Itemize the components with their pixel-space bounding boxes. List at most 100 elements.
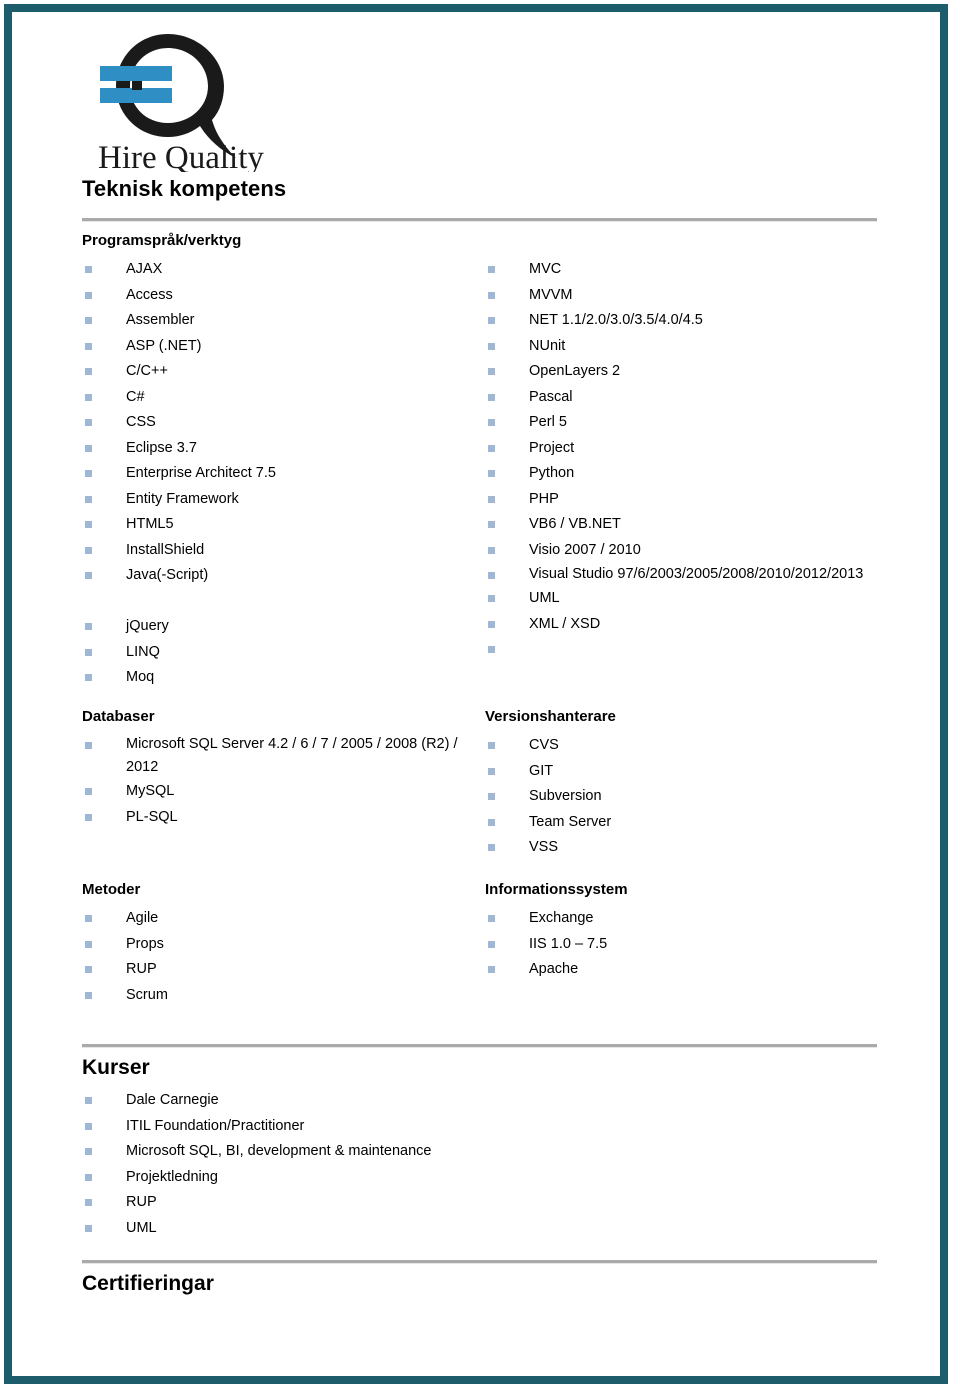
list-item: Python (485, 461, 885, 487)
list-item: MVC (485, 257, 885, 283)
section-heading-informationssystem: Informationssystem (485, 881, 628, 898)
bullet-square-icon (488, 342, 495, 350)
list-item: ASP (.NET) (82, 334, 462, 360)
bullet-square-icon (85, 342, 92, 350)
list-item: C# (82, 385, 462, 411)
list-spacer (82, 589, 462, 615)
list-item: Moq (82, 665, 462, 691)
list-item: XML / XSD (485, 612, 885, 638)
section-heading-databaser: Databaser (82, 708, 155, 725)
list-item: Visual Studio 97/6/2003/2005/2008/2010/2… (485, 563, 885, 586)
list-item: CVS (485, 733, 885, 759)
list-programming-right: MVC MVVM NET 1.1/2.0/3.0/3.5/4.0/4.5 NUn… (485, 257, 885, 663)
bullet-square-icon (85, 393, 92, 401)
list-item: RUP (82, 957, 462, 983)
bullet-square-icon (85, 291, 92, 299)
list-item: HTML5 (82, 512, 462, 538)
bullet-square-icon (85, 966, 92, 973)
list-item: Subversion (485, 784, 885, 810)
list-item: ITIL Foundation/Practitioner (82, 1114, 722, 1140)
bullet-square-icon (488, 915, 495, 922)
bullet-square-icon (85, 495, 92, 503)
list-item: Java(-Script) (82, 563, 462, 589)
list-item: GIT (485, 759, 885, 785)
list-item: AJAX (82, 257, 462, 283)
bullet-square-icon (488, 620, 495, 628)
bullet-square-icon (85, 368, 92, 375)
logo-center-notch (132, 81, 142, 90)
bullet-square-icon (488, 940, 495, 948)
bullet-square-icon (488, 495, 495, 503)
list-item: MVVM (485, 283, 885, 309)
list-item: MySQL (82, 779, 462, 805)
bullet-square-icon (488, 793, 495, 800)
list-item: UML (485, 586, 885, 612)
bullet-square-icon (488, 966, 495, 973)
divider-certifieringar (82, 1260, 877, 1264)
list-item: CSS (82, 410, 462, 436)
bullet-square-icon (85, 813, 92, 821)
section-heading-certifieringar: Certifieringar (82, 1272, 214, 1295)
section-heading-kurser: Kurser (82, 1056, 150, 1079)
bullet-square-icon (488, 646, 495, 653)
bullet-square-icon (488, 470, 495, 477)
list-item: VB6 / VB.NET (485, 512, 885, 538)
list-item: C/C++ (82, 359, 462, 385)
bullet-square-icon (488, 521, 495, 528)
list-item: jQuery (82, 614, 462, 640)
bullet-square-icon (85, 674, 92, 681)
list-item: Pascal (485, 385, 885, 411)
bullet-square-icon (488, 266, 495, 273)
logo-wordmark: Hire Quality (98, 140, 264, 172)
section-heading-metoder: Metoder (82, 881, 141, 898)
list-item: Team Server (485, 810, 885, 836)
list-item: Projektledning (82, 1165, 722, 1191)
section-heading-versionshanterare: Versionshanterare (485, 708, 616, 725)
bullet-square-icon (85, 1199, 92, 1206)
bullet-square-icon (488, 767, 495, 775)
bullet-square-icon (488, 368, 495, 375)
list-item: PL-SQL (82, 805, 462, 831)
list-item: Enterprise Architect 7.5 (82, 461, 462, 487)
bullet-square-icon (85, 1148, 92, 1155)
list-item: VSS (485, 835, 885, 861)
bullet-square-icon (85, 742, 92, 749)
list-item: Scrum (82, 983, 462, 1009)
list-item: Microsoft SQL Server 4.2 / 6 / 7 / 2005 … (82, 733, 462, 779)
bullet-square-icon (85, 470, 92, 477)
list-item: RUP (82, 1190, 722, 1216)
bullet-square-icon (488, 844, 495, 851)
bullet-square-icon (85, 572, 92, 579)
bullet-square-icon (488, 393, 495, 401)
list-programming-left: AJAX Access Assembler ASP (.NET) C/C++ C… (82, 257, 462, 691)
bullet-square-icon (85, 623, 92, 630)
list-item: Microsoft SQL, BI, development & mainten… (82, 1139, 722, 1165)
bullet-square-icon (85, 991, 92, 999)
list-item: NET 1.1/2.0/3.0/3.5/4.0/4.5 (485, 308, 885, 334)
list-item: Apache (485, 957, 885, 983)
page-title: Teknisk kompetens (82, 176, 287, 201)
bullet-square-icon (85, 521, 92, 528)
list-item: LINQ (82, 640, 462, 666)
bullet-square-icon (85, 419, 92, 426)
list-item: Access (82, 283, 462, 309)
bullet-square-icon (85, 1224, 92, 1232)
bullet-square-icon (488, 546, 495, 554)
list-item: InstallShield (82, 538, 462, 564)
bullet-square-icon (488, 444, 495, 452)
bullet-square-icon (85, 317, 92, 324)
list-item: IIS 1.0 – 7.5 (485, 932, 885, 958)
bullet-square-icon (85, 940, 92, 948)
list-item: Entity Framework (82, 487, 462, 513)
document-page: Hire Quality Teknisk kompetens Programsp… (0, 0, 960, 1396)
list-item: OpenLayers 2 (485, 359, 885, 385)
list-item: Visio 2007 / 2010 (485, 538, 885, 564)
bullet-square-icon (85, 1122, 92, 1130)
list-item: Props (82, 932, 462, 958)
list-item: Eclipse 3.7 (82, 436, 462, 462)
bullet-square-icon (85, 546, 92, 554)
bullet-square-icon (85, 1173, 92, 1181)
list-courses: Dale Carnegie ITIL Foundation/Practition… (82, 1088, 722, 1241)
list-item: Project (485, 436, 885, 462)
bullet-square-icon (488, 742, 495, 749)
